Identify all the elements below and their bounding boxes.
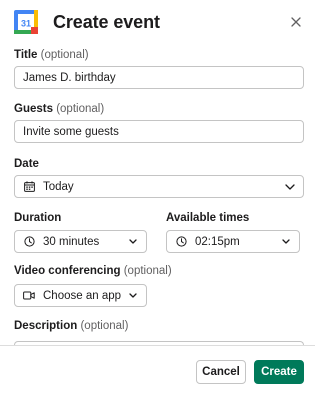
- title-label-text: Title: [14, 49, 38, 61]
- date-label: Date: [14, 158, 39, 170]
- available-times-label: Available times: [166, 212, 250, 224]
- close-icon: [291, 17, 301, 27]
- duration-select-value: 30 minutes: [43, 235, 100, 248]
- duration-label: Duration: [14, 212, 62, 224]
- guests-label: Guests (optional): [14, 103, 104, 115]
- dialog-title: Create event: [53, 11, 160, 32]
- video-select-value: Choose an app: [43, 289, 122, 302]
- dialog-footer: Cancel Create: [0, 346, 315, 393]
- date-select[interactable]: Today: [14, 175, 304, 198]
- description-label-text: Description: [14, 320, 78, 332]
- duration-select[interactable]: 30 minutes: [14, 230, 147, 253]
- guests-label-text: Guests: [14, 103, 53, 115]
- clock-icon: [23, 236, 35, 248]
- cancel-button[interactable]: Cancel: [196, 360, 246, 384]
- guests-input[interactable]: Invite some guests: [14, 120, 304, 143]
- close-button[interactable]: [287, 13, 305, 31]
- video-label-text: Video conferencing: [14, 265, 121, 277]
- video-optional-text: (optional): [123, 265, 172, 277]
- chevron-down-icon: [128, 237, 138, 247]
- description-optional-text: (optional): [80, 320, 129, 332]
- app-icon-text: 31: [21, 19, 31, 29]
- available-times-select[interactable]: 02:15pm: [166, 230, 300, 253]
- guests-optional-text: (optional): [56, 103, 105, 115]
- video-conferencing-label: Video conferencing (optional): [14, 265, 172, 277]
- date-select-value: Today: [43, 180, 74, 193]
- guests-input-placeholder: Invite some guests: [23, 125, 119, 138]
- title-label: Title (optional): [14, 49, 89, 61]
- video-conferencing-select[interactable]: Choose an app: [14, 284, 147, 307]
- available-times-select-value: 02:15pm: [195, 235, 240, 248]
- title-optional-text: (optional): [40, 49, 89, 61]
- chevron-down-icon: [285, 182, 295, 192]
- calendar-icon: [23, 181, 35, 193]
- title-input-value: James D. birthday: [23, 71, 116, 84]
- title-input[interactable]: James D. birthday: [14, 66, 304, 89]
- chevron-down-icon: [281, 237, 291, 247]
- video-icon: [23, 290, 35, 302]
- description-label: Description (optional): [14, 320, 128, 332]
- clock-icon: [175, 236, 187, 248]
- google-calendar-icon: 31: [14, 10, 38, 34]
- create-button[interactable]: Create: [254, 360, 304, 384]
- chevron-down-icon: [128, 291, 138, 301]
- dialog-header: 31 Create event: [14, 8, 305, 36]
